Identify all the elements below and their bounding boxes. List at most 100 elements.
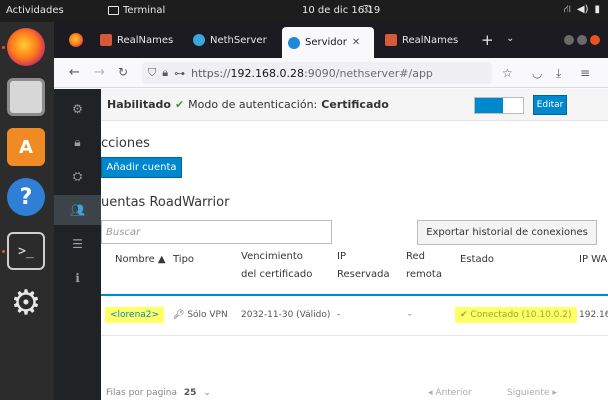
enable-toggle[interactable]: [474, 97, 524, 114]
menu-icon[interactable]: ≡: [580, 66, 590, 80]
forward-icon[interactable]: →: [94, 65, 105, 80]
url-path: :9090/nethserver#/app: [304, 66, 433, 80]
sidebar-apps-icon[interactable]: ⛭: [54, 161, 101, 191]
cell-expiry: 2032-11-30 (Válido): [241, 310, 331, 320]
auth-mode-value: Certificado: [321, 98, 389, 111]
cockpit-favicon-icon: [288, 36, 300, 49]
cell-status: ✔ Conectado (10.10.0.2): [455, 307, 577, 323]
auth-status-bar: Habilitado ✔ Modo de autenticación: Cert…: [101, 89, 608, 121]
new-tab-icon[interactable]: +: [481, 31, 494, 49]
tab-servidor[interactable]: Servidor ✕: [282, 27, 374, 58]
tab-realnames-1[interactable]: RealNames: [94, 27, 182, 53]
sidebar-info-icon[interactable]: ℹ: [54, 263, 101, 293]
tab-label: Servidor: [305, 37, 347, 48]
files-icon[interactable]: [7, 78, 45, 116]
column-header-status[interactable]: Estado: [460, 251, 494, 269]
cell-type-label: Sólo VPN: [187, 310, 228, 320]
back-icon[interactable]: ←: [69, 65, 80, 80]
lock-icon[interactable]: 🔒︎: [162, 66, 168, 80]
network-icon: ⛙: [563, 4, 571, 15]
auth-enabled-label: Habilitado: [107, 98, 171, 111]
check-icon: ✔: [174, 98, 185, 111]
tab-label: RealNames: [117, 34, 174, 46]
cell-name[interactable]: <lorena2>: [105, 307, 165, 323]
downloads-icon[interactable]: ⤓: [556, 66, 561, 81]
rows-per-page-value[interactable]: 25: [184, 388, 197, 398]
close-tab-icon[interactable]: ✕: [352, 37, 360, 48]
search-input[interactable]: Buscar: [101, 220, 332, 244]
tab-realnames-2[interactable]: RealNames: [379, 27, 471, 53]
column-header-ip-wan[interactable]: IP WA: [579, 251, 607, 269]
previous-label: Anterior: [435, 388, 472, 398]
sidebar-users-icon[interactable]: 👥︎: [54, 195, 101, 225]
nethserver-favicon-icon: [193, 34, 205, 46]
system-tray[interactable]: ⛙ ◀) ▮: [564, 4, 600, 17]
gnome-top-bar: Actividades Terminal 10 de dic 16:19 ⚿ ⛙…: [0, 0, 608, 22]
battery-icon: ▮: [594, 4, 600, 15]
edit-button[interactable]: Editar: [533, 95, 567, 115]
sidebar-dashboard-icon[interactable]: ⚙: [54, 94, 101, 124]
column-header-name[interactable]: Nombre ▲: [115, 251, 166, 269]
terminal-app-icon: [108, 6, 119, 15]
url-host: 192.168.0.28: [230, 66, 305, 80]
running-indicator: [2, 46, 5, 49]
app-menu[interactable]: Terminal: [108, 5, 165, 16]
previous-page-button[interactable]: ◂ Anterior: [428, 388, 472, 398]
dock: A ? >_ ⚙: [0, 22, 54, 400]
add-account-button[interactable]: Añadir cuenta: [101, 157, 182, 178]
cockpit-content: Habilitado ✔ Modo de autenticación: Cert…: [101, 89, 608, 400]
tab-strip: RealNames NethServer Servidor ✕ RealName…: [54, 22, 608, 58]
realnames-favicon-icon: [385, 34, 397, 46]
permissions-icon[interactable]: ⊶: [174, 67, 185, 80]
navigation-bar: ← → ↻ ⛉ 🔒︎ ⊶ https://192.168.0.28:9090/n…: [54, 58, 608, 88]
cell-remote-net: -: [408, 310, 412, 320]
realnames-favicon-icon: [100, 34, 112, 46]
sidebar-list-icon[interactable]: ☰: [54, 229, 101, 259]
chevron-down-icon[interactable]: ⌄: [203, 388, 211, 398]
firefox-window: RealNames NethServer Servidor ✕ RealName…: [54, 22, 608, 400]
cell-type: 🔑︎ Sólo VPN: [173, 310, 228, 320]
reload-icon[interactable]: ↻: [118, 65, 128, 79]
tab-label: RealNames: [402, 34, 459, 46]
table-row[interactable]: <lorena2> 🔑︎ Sólo VPN 2032-11-30 (Válido…: [101, 296, 608, 336]
activities-button[interactable]: Actividades: [6, 5, 64, 16]
column-header-type[interactable]: Tipo: [173, 251, 194, 269]
screen-record-icon: ⚿: [363, 4, 371, 15]
tab-nethserver[interactable]: NethServer: [187, 27, 279, 53]
help-icon[interactable]: ?: [7, 178, 45, 216]
minimize-icon[interactable]: [564, 35, 574, 45]
chevron-left-icon: ◂: [428, 388, 433, 398]
volume-icon: ◀): [576, 4, 589, 15]
bookmark-star-icon[interactable]: ☆: [502, 66, 513, 80]
chevron-down-icon[interactable]: ⌄: [506, 33, 514, 44]
settings-icon[interactable]: ⚙: [7, 283, 45, 323]
chevron-right-icon: ▸: [552, 388, 557, 398]
running-indicator: [2, 250, 5, 253]
url-bar[interactable]: ⛉ 🔒︎ ⊶ https://192.168.0.28:9090/nethser…: [142, 62, 492, 84]
key-icon: 🔑︎: [173, 310, 185, 320]
software-a-icon: A: [19, 136, 33, 158]
next-page-button[interactable]: Siguiente ▸: [507, 388, 557, 398]
sidebar-lock-icon[interactable]: 🔒︎: [54, 127, 101, 157]
column-header-expiry[interactable]: Vencimiento del certificado: [241, 248, 321, 284]
cell-ip-wan: 192.16: [579, 310, 608, 320]
pocket-icon[interactable]: ◡: [532, 66, 542, 80]
tab-label: NethServer: [210, 34, 267, 46]
close-window-icon[interactable]: [590, 35, 600, 45]
auth-mode-label: Modo de autenticación:: [188, 98, 318, 111]
rows-per-page[interactable]: Filas por pagina 25 ⌄: [106, 388, 211, 398]
check-icon: ✔: [460, 310, 468, 320]
column-header-reserved-ip[interactable]: IP Reservada: [337, 248, 397, 284]
cockpit-sidebar: ⚙ 🔒︎ ⛭ 👥︎ ☰ ℹ: [54, 89, 101, 400]
roadwarrior-section-title: uentas RoadWarrior: [101, 195, 230, 210]
export-history-button[interactable]: Exportar historial de conexiones: [417, 220, 597, 245]
app-name: Terminal: [123, 5, 166, 16]
firefox-icon[interactable]: [7, 28, 45, 66]
software-icon[interactable]: A: [7, 128, 45, 166]
firefox-menu-icon[interactable]: [69, 33, 83, 47]
maximize-icon[interactable]: [577, 35, 587, 45]
terminal-icon[interactable]: >_: [7, 232, 45, 270]
shield-icon[interactable]: ⛉: [148, 66, 156, 80]
next-label: Siguiente: [507, 388, 550, 398]
column-header-remote-net[interactable]: Red remota: [406, 248, 446, 284]
